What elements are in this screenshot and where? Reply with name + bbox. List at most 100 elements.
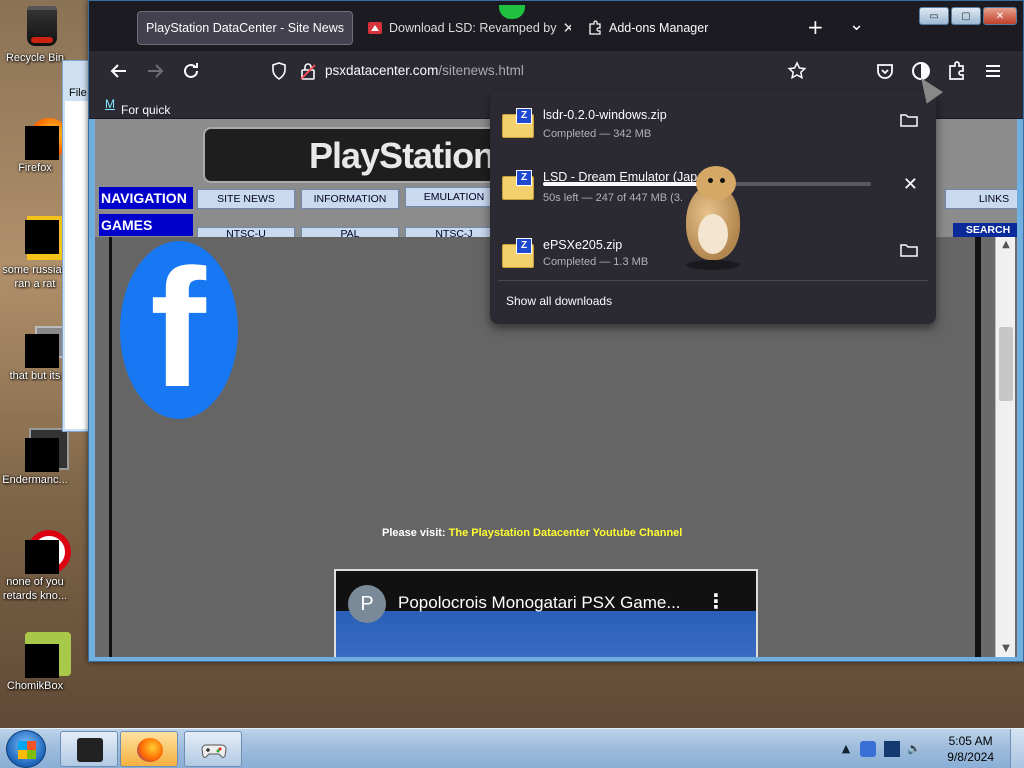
close-window-button[interactable]: ✕ (983, 7, 1017, 25)
hamster-head (696, 166, 736, 200)
open-folder-icon[interactable] (900, 112, 918, 128)
logo-text: PlayStation (309, 135, 495, 176)
explorer-menu-file[interactable]: File (69, 87, 87, 99)
games-label: GAMES (99, 214, 193, 236)
youtube-embed[interactable]: P Popolocrois Monogatari PSX Game... ⋮ (334, 569, 758, 657)
taskbar-app-gamepad[interactable] (184, 731, 242, 767)
facebook-icon: f (150, 241, 206, 419)
nav-emulation[interactable]: EMULATION (405, 187, 503, 207)
video-thumbnail (336, 611, 756, 657)
redaction-box (25, 220, 59, 254)
start-button[interactable] (6, 730, 46, 768)
minimize-button[interactable]: ▭ (919, 7, 949, 25)
display-tray-icon[interactable] (884, 741, 900, 757)
clock[interactable]: 5:05 AM 9/8/2024 (947, 733, 994, 765)
tracking-protection-shield-icon[interactable] (269, 61, 289, 81)
clock-date: 9/8/2024 (947, 750, 994, 764)
desktop-icon-chomikbox[interactable]: ChomikBox (0, 630, 71, 694)
tab-site-news[interactable]: PlayStation DataCenter - Site News ✕ (137, 11, 353, 45)
redaction-box (25, 540, 59, 574)
download-status: Completed — 1.3 MB (543, 256, 649, 268)
tab-close-icon[interactable]: ✕ (562, 19, 571, 37)
manage-bookmarks-link[interactable]: M (105, 97, 115, 111)
redaction-box (25, 126, 59, 160)
maximize-icon: ▢ (961, 10, 971, 22)
url-bar[interactable]: psxdatacenter.com/sitenews.html (261, 55, 811, 87)
desktop-icon-endermanch[interactable]: Endermanc... (0, 424, 70, 488)
desktop-icon-firefox[interactable]: Firefox (0, 112, 70, 176)
redaction-box (25, 334, 59, 368)
show-hidden-icons-chevron-icon[interactable]: ▲ (838, 741, 854, 757)
desktop-icon-label: Firefox (18, 162, 52, 174)
minimize-icon: ▭ (929, 10, 939, 22)
games-search[interactable]: SEARCH (953, 223, 1017, 237)
tab-label: PlayStation DataCenter - Site News (146, 21, 345, 35)
list-all-tabs-button[interactable]: ⌄ (849, 15, 864, 35)
tab-label: Download LSD: Revamped by (389, 21, 557, 35)
cancel-download-icon[interactable]: ✕ (903, 174, 918, 195)
facebook-logo[interactable]: f (120, 241, 238, 419)
nav-site-news[interactable]: SITE NEWS (197, 189, 295, 209)
new-tab-button[interactable]: + (807, 17, 824, 37)
recycle-bin-icon (27, 6, 57, 46)
download-filename: lsdr-0.2.0-windows.zip (543, 108, 667, 122)
tab-label: Add-ons Manager (609, 21, 709, 35)
desktop-icon-recycle-bin[interactable]: Recycle Bin (0, 2, 70, 66)
taskbar-app-firefox[interactable] (120, 731, 178, 767)
video-menu-icon[interactable]: ⋮ (706, 589, 726, 613)
zip-file-icon: Z (502, 108, 534, 138)
tab-strip: PlayStation DataCenter - Site News ✕ Dow… (89, 1, 1023, 51)
divider (498, 280, 928, 281)
forward-button[interactable] (143, 59, 167, 83)
youtube-promo: Please visit: The Playstation Datacenter… (382, 527, 682, 539)
pocket-button[interactable] (873, 59, 897, 83)
hamburger-menu-button[interactable] (981, 59, 1005, 83)
url-text: psxdatacenter.com/sitenews.html (325, 63, 524, 78)
tab-download-lsd[interactable]: Download LSD: Revamped by ✕ (359, 11, 571, 45)
playstation-logo[interactable]: PlayStation (203, 127, 503, 183)
hamster-desktop-pet[interactable] (682, 166, 744, 270)
extensions-button[interactable] (945, 59, 969, 83)
desktop-icon-that-but[interactable]: that but its (0, 320, 70, 384)
video-title[interactable]: Popolocrois Monogatari PSX Game... (398, 593, 681, 613)
youtube-channel-link[interactable]: The Playstation Datacenter Youtube Chann… (449, 527, 683, 539)
page-scrollbar[interactable]: ▲ ▼ (995, 237, 1015, 657)
desktop-icon-rat[interactable]: some russian ran a rat (0, 214, 70, 292)
nav-links[interactable]: LINKS (945, 189, 1017, 209)
channel-avatar[interactable]: P (348, 585, 386, 623)
close-icon: ✕ (995, 10, 1005, 22)
gamepad-icon (201, 744, 227, 758)
open-folder-icon[interactable] (900, 242, 918, 258)
taskbar-app-unknown[interactable] (60, 731, 118, 767)
zip-file-icon: Z (502, 238, 534, 268)
network-tray-icon[interactable] (860, 741, 876, 757)
show-all-downloads-button[interactable]: Show all downloads (506, 294, 612, 308)
volume-tray-icon[interactable]: 🔊 (906, 741, 922, 757)
tab-add-ons-manager[interactable]: Add-ons Manager (579, 11, 749, 45)
maximize-button[interactable]: ▢ (951, 7, 981, 25)
redaction-box (25, 644, 59, 678)
puzzle-icon (589, 20, 601, 35)
desktop-icon-none-of-you[interactable]: none of you retards kno... (0, 526, 71, 604)
site-favicon-icon (368, 22, 382, 34)
nav-information[interactable]: INFORMATION (301, 189, 399, 209)
desktop-icon-label: that but its (9, 370, 61, 382)
download-item[interactable]: Z lsdr-0.2.0-windows.zip Completed — 342… (490, 98, 936, 160)
clock-time: 5:05 AM (948, 734, 993, 748)
scroll-up-arrow-icon[interactable]: ▲ (996, 237, 1016, 253)
scroll-down-arrow-icon[interactable]: ▼ (996, 641, 1016, 657)
app-icon (77, 738, 103, 762)
desktop-icon-area: Recycle Bin Firefox some russian ran a r… (0, 0, 71, 720)
desktop-icon-label: ChomikBox (6, 680, 64, 692)
desktop-icon-label: none of you retards kno... (2, 576, 68, 602)
tab-close-icon[interactable]: ✕ (350, 19, 352, 37)
bookmark-star-icon[interactable] (787, 61, 807, 81)
reload-button[interactable] (179, 59, 203, 83)
show-desktop-button[interactable] (1010, 729, 1024, 768)
redaction-box (25, 438, 59, 472)
insecure-lock-icon[interactable] (299, 61, 317, 81)
back-button[interactable] (107, 59, 131, 83)
download-status: Completed — 342 MB (543, 128, 652, 140)
scroll-thumb[interactable] (999, 327, 1013, 401)
navigation-label: NAVIGATION (99, 187, 193, 209)
